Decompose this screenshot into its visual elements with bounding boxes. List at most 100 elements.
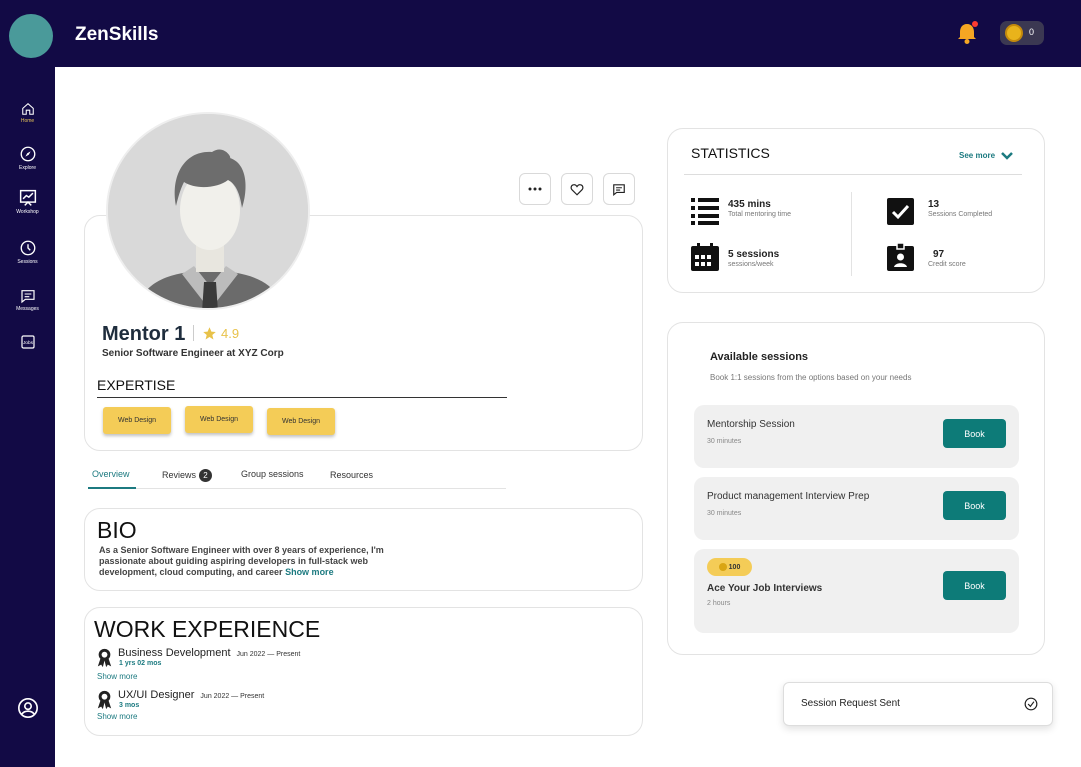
statistics-divider bbox=[684, 174, 1022, 175]
more-options-button[interactable] bbox=[519, 173, 551, 205]
expertise-heading: EXPERTISE bbox=[97, 377, 176, 393]
see-more-label: See more bbox=[959, 151, 996, 160]
mentor-title: Senior Software Engineer at XYZ Corp bbox=[102, 348, 284, 359]
app-logo[interactable] bbox=[9, 14, 53, 58]
book-button[interactable]: Book bbox=[943, 419, 1006, 448]
job-dates: Jun 2022 — Present bbox=[200, 693, 265, 700]
id-badge-icon bbox=[887, 243, 914, 271]
notification-bell-icon[interactable] bbox=[954, 20, 980, 46]
nav-label: Home bbox=[20, 118, 35, 124]
top-bar: ZenSkills 0 bbox=[0, 0, 1081, 67]
chat-icon bbox=[613, 183, 625, 196]
tab-reviews-label: Reviews bbox=[162, 470, 197, 480]
expertise-tag[interactable]: Web Design bbox=[267, 408, 335, 435]
session-duration: 30 minutes bbox=[707, 510, 742, 517]
credit-cost: 100 bbox=[728, 563, 741, 571]
statistics-heading: STATISTICS bbox=[691, 145, 770, 161]
bio-body: As a Senior Software Engineer with over … bbox=[99, 545, 384, 577]
session-option: 100 Ace Your Job Interviews 2 hours Book bbox=[694, 549, 1019, 633]
tab-reviews[interactable]: Reviews 2 bbox=[162, 469, 213, 482]
statistics-see-more[interactable]: See more bbox=[959, 151, 1013, 160]
stat-value: 5 sessions bbox=[728, 249, 780, 260]
active-tab-indicator bbox=[88, 487, 136, 489]
session-title: Mentorship Session bbox=[707, 419, 795, 430]
work-experience-heading: WORK EXPERIENCE bbox=[94, 616, 321, 642]
nav-item-jobs[interactable]: Jobs bbox=[0, 334, 55, 350]
profile-tabs: Overview Reviews 2 Group sessions Resourc… bbox=[88, 462, 506, 489]
session-option: Product management Interview Prep 30 min… bbox=[694, 477, 1019, 540]
book-button[interactable]: Book bbox=[943, 571, 1006, 600]
nav-label: Explore bbox=[19, 165, 36, 171]
favorite-button[interactable] bbox=[561, 173, 593, 205]
nav-label: Messages bbox=[16, 306, 39, 312]
nav-item-home[interactable]: Home bbox=[0, 102, 55, 124]
expertise-tag[interactable]: Web Design bbox=[185, 406, 253, 433]
home-icon bbox=[21, 103, 34, 115]
bio-show-more-link[interactable]: Show more bbox=[285, 567, 334, 577]
job-role: UX/UI Designer bbox=[118, 689, 195, 701]
svg-text:Jobs: Jobs bbox=[23, 340, 34, 345]
job-dates: Jun 2022 — Present bbox=[236, 651, 301, 658]
presentation-icon bbox=[19, 189, 36, 206]
mentor-name: Mentor 1 bbox=[102, 323, 186, 345]
session-title: Ace Your Job Interviews bbox=[707, 583, 823, 594]
compass-icon bbox=[20, 146, 35, 162]
bio-text: As a Senior Software Engineer with over … bbox=[99, 545, 399, 578]
job-show-more-link[interactable]: Show more bbox=[97, 712, 137, 721]
available-sessions-subheading: Book 1:1 sessions from the options based… bbox=[710, 373, 912, 382]
job-show-more-link[interactable]: Show more bbox=[97, 672, 137, 681]
job-duration: 3 mos bbox=[119, 702, 140, 709]
calendar-icon bbox=[691, 243, 719, 271]
nav-item-messages[interactable]: Messages bbox=[0, 288, 55, 312]
nav-label: Workshop bbox=[16, 209, 39, 215]
bio-heading: BIO bbox=[97, 517, 137, 543]
stat-value: 97 bbox=[933, 249, 945, 260]
stat-label: sessions/week bbox=[728, 261, 774, 268]
award-icon bbox=[97, 690, 112, 710]
clock-icon bbox=[20, 240, 35, 256]
list-icon bbox=[691, 198, 719, 225]
job-role: Business Development bbox=[118, 647, 231, 659]
app-name: ZenSkills bbox=[75, 24, 159, 45]
job-entry: Business Development Jun 2022 — Present bbox=[118, 647, 300, 659]
tab-overview[interactable]: Overview bbox=[92, 469, 130, 479]
nav-item-sessions[interactable]: Sessions bbox=[0, 239, 55, 265]
expertise-divider bbox=[97, 397, 507, 398]
book-button[interactable]: Book bbox=[943, 491, 1006, 520]
coin-balance[interactable]: 0 bbox=[1000, 21, 1044, 45]
nav-item-workshop[interactable]: Workshop bbox=[0, 189, 55, 215]
stat-value: 13 bbox=[928, 199, 940, 210]
tab-resources[interactable]: Resources bbox=[330, 470, 373, 480]
stat-value: 435 mins bbox=[728, 199, 771, 210]
statistics-column-divider bbox=[851, 192, 852, 276]
toast-message: Session Request Sent bbox=[801, 698, 900, 709]
nav-item-profile[interactable] bbox=[0, 697, 55, 719]
session-title: Product management Interview Prep bbox=[707, 491, 870, 502]
session-duration: 2 hours bbox=[707, 600, 731, 607]
user-circle-icon bbox=[17, 698, 38, 718]
message-icon bbox=[20, 290, 35, 304]
checkbox-icon bbox=[887, 198, 914, 225]
tab-group-sessions[interactable]: Group sessions bbox=[241, 469, 304, 479]
expertise-tag[interactable]: Web Design bbox=[103, 407, 171, 434]
mentor-avatar bbox=[106, 112, 310, 310]
credit-cost-badge: 100 bbox=[707, 558, 752, 576]
stat-label: Sessions Completed bbox=[928, 211, 993, 218]
rating-value: 4.9 bbox=[221, 325, 240, 341]
star-icon bbox=[203, 326, 216, 339]
nav-item-explore[interactable]: Explore bbox=[0, 145, 55, 171]
chevron-down-icon bbox=[1001, 151, 1013, 160]
award-icon bbox=[97, 648, 112, 668]
message-mentor-button[interactable] bbox=[603, 173, 635, 205]
reviews-count-badge: 2 bbox=[199, 469, 213, 482]
available-sessions-heading: Available sessions bbox=[710, 351, 809, 363]
sidebar: Home Explore Workshop Sessions Messages … bbox=[0, 67, 55, 767]
coin-count: 0 bbox=[1029, 27, 1035, 37]
check-circle-icon bbox=[1024, 697, 1038, 711]
job-duration: 1 yrs 02 mos bbox=[119, 660, 162, 667]
session-request-toast: Session Request Sent bbox=[783, 682, 1053, 726]
job-entry: UX/UI Designer Jun 2022 — Present bbox=[118, 689, 264, 701]
session-option: Mentorship Session 30 minutes Book bbox=[694, 405, 1019, 468]
nav-label: Sessions bbox=[17, 259, 38, 265]
stat-label: Total mentoring time bbox=[728, 211, 792, 218]
